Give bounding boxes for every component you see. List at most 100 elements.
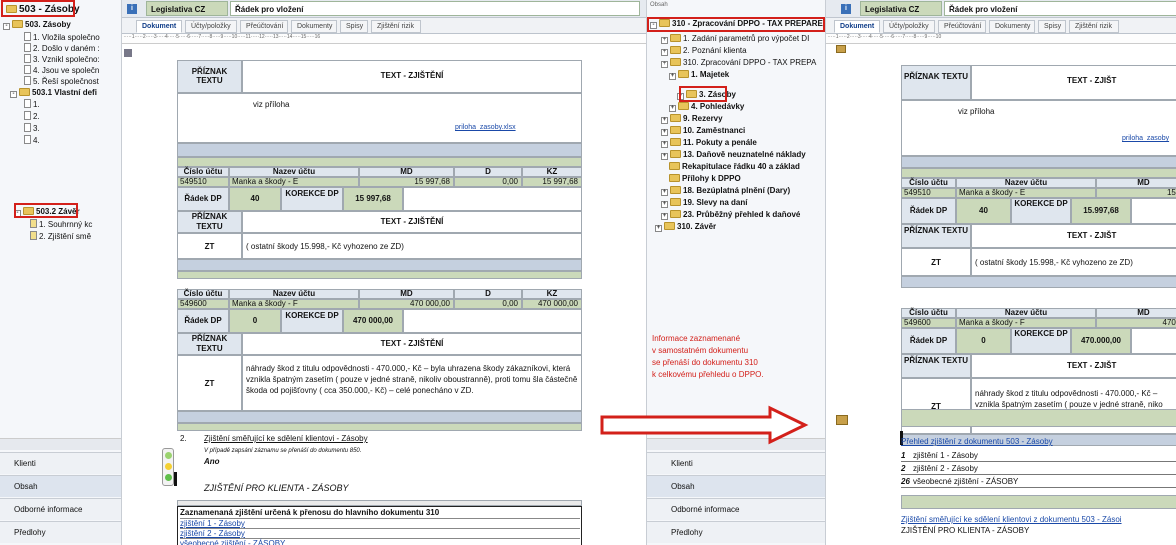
tab-4[interactable]: Dokumenty [291,20,337,33]
tree-node[interactable]: 3. [24,123,120,134]
tab-3[interactable]: Přeúčtování [938,20,986,33]
nav-odborné-informace[interactable]: Odborné informace [0,498,121,520]
account-cell[interactable]: 15 997,68 [522,177,582,187]
tab-5[interactable]: Spisy [1038,20,1066,33]
account-cell[interactable]: 549510 [901,188,956,198]
tree-node[interactable]: +9. Rezervy [661,113,823,124]
transfer-link[interactable]: zjištění 1 - Zásoby [180,518,580,528]
tree-node[interactable]: +10. Zaměstnanci [661,125,823,136]
tree-node[interactable]: +13. Daňově neuznatelné náklady [661,149,823,160]
zjisteni-text-cell[interactable]: viz příloha priloha_zasoby.xlsx [177,93,582,143]
account-cell[interactable]: Manka a škody - F [229,299,359,309]
expand-icon[interactable]: + [669,105,676,112]
korekce-value[interactable]: 470.000,00 [1071,328,1131,354]
tab-3[interactable]: Přeúčtování [240,20,288,33]
item2-title[interactable]: Zjištění směřující ke sdělení klientovi … [204,434,368,443]
account-cell[interactable]: 0,00 [454,299,522,309]
korekce-value[interactable]: 470 000,00 [343,309,403,333]
expand-icon[interactable]: + [661,141,668,148]
tree-node[interactable]: -503. Zásoby [3,19,120,30]
expand-icon[interactable]: + [661,49,668,56]
nav-odborné-informace[interactable]: Odborné informace [647,498,825,520]
account-cell[interactable]: 15.99 [1096,188,1176,198]
expand-icon[interactable]: + [669,73,676,80]
nav-obsah[interactable]: Obsah [0,475,121,497]
expand-icon[interactable]: + [661,201,668,208]
expand-icon[interactable]: - [10,91,17,98]
nav-předlohy[interactable]: Předlohy [0,521,121,543]
account-cell[interactable]: 549600 [901,318,956,328]
tree-node[interactable]: +4. Pohledávky [669,101,823,112]
expand-icon[interactable]: + [661,61,668,68]
tree-node[interactable]: 1. Vložila společno [24,32,120,43]
tree-node[interactable]: -503.1 Vlastní defi [10,87,120,98]
nav-klienti[interactable]: Klienti [0,452,121,474]
prehled-row[interactable]: 1 zjištění 1 - Zásoby [901,449,1176,462]
account-cell[interactable]: 470 000,00 [522,299,582,309]
tab-5[interactable]: Spisy [340,20,368,33]
info-icon[interactable]: i [127,4,137,14]
expand-icon[interactable]: + [661,37,668,44]
tab-6[interactable]: Zjištění rizik [1069,20,1119,33]
zk-link[interactable]: Zjištění směřující ke sdělení klientovi … [901,515,1122,524]
prehled-row[interactable]: 2 zjištění 2 - Zásoby [901,462,1176,475]
account-cell[interactable]: 549510 [177,177,229,187]
doc-icon[interactable] [836,45,846,53]
tree-node[interactable]: +1. Zadání parametrů pro výpočet DI [661,33,823,44]
legislativa-button[interactable]: Legislativa CZ [860,1,942,16]
nav-obsah[interactable]: Obsah [647,475,825,497]
prehled-link[interactable]: Přehled zjištění z dokumentu 503 - Zásob… [901,437,1053,446]
transfer-link[interactable]: všeobecné zjištění - ZÁSOBY [180,538,580,545]
account-cell[interactable]: Manka a škody - E [956,188,1096,198]
tree-node[interactable]: 1. [24,99,120,110]
tree-node[interactable]: 4. [24,135,120,146]
tree-node[interactable]: +310. Zpracování DPPO - TAX PREPA [661,57,823,68]
tab-4[interactable]: Dokumenty [989,20,1035,33]
tree-node[interactable]: +23. Průběžný přehled k daňové [661,209,823,220]
expand-icon[interactable]: + [661,189,668,196]
tree-node[interactable]: +310. Závěr [655,221,823,232]
radek-value[interactable]: 0 [229,309,281,333]
answer-value[interactable]: Ano [204,457,220,466]
doc-icon[interactable] [836,415,848,425]
zt-text[interactable]: ( ostatní škody 15.998,- Kč vyhozeno ze … [242,233,582,259]
account-cell[interactable]: 470.00 [1096,318,1176,328]
zt-text[interactable]: ( ostatní škody 15.998,- Kč vyhozeno ze … [971,248,1176,276]
account-cell[interactable]: 0,00 [454,177,522,187]
row-insert-field[interactable]: Řádek pro vložení [230,1,640,16]
legislativa-button[interactable]: Legislativa CZ [146,1,228,16]
expand-icon[interactable]: - [3,23,10,30]
tree-node[interactable]: 2. [24,111,120,122]
nav-klienti[interactable]: Klienti [647,452,825,474]
horizontal-scrollbar[interactable] [0,438,121,450]
account-cell[interactable]: Manka a škody - F [956,318,1096,328]
tree-node[interactable]: +19. Slevy na daní [661,197,823,208]
tree-node[interactable]: 5. Řeší společnost [24,76,120,87]
expand-icon[interactable]: + [655,225,662,232]
expand-icon[interactable]: + [661,129,668,136]
prehled-row[interactable]: 26 všeobecné zjištění - ZÁSOBY [901,475,1176,488]
korekce-value[interactable]: 15.997,68 [1071,198,1131,224]
expand-icon[interactable]: + [661,213,668,220]
traffic-light-icon[interactable] [162,448,174,486]
transfer-link[interactable]: zjištění 2 - Zásoby [180,528,580,538]
tree-node[interactable]: +1. Majetek [669,69,823,80]
radek-value[interactable]: 0 [956,328,1011,354]
account-cell[interactable]: 549600 [177,299,229,309]
zt-text[interactable]: náhrady škod z titulu odpovědnosti - 470… [242,355,582,411]
account-cell[interactable]: 15 997,68 [359,177,454,187]
korekce-value[interactable]: 15 997,68 [343,187,403,211]
account-cell[interactable]: Manka a škody - E [229,177,359,187]
radek-value[interactable]: 40 [956,198,1011,224]
tree-node[interactable]: 1. Souhrnný kc [30,219,120,230]
info-icon[interactable]: i [841,4,851,14]
tree-node[interactable]: 2. Zjištění smě [30,231,120,242]
tab-1[interactable]: Dokument [136,20,182,33]
expand-icon[interactable]: + [661,153,668,160]
tab-6[interactable]: Zjištění rizik [371,20,421,33]
radek-value[interactable]: 40 [229,187,281,211]
tree-node[interactable]: +18. Bezúplatná plnění (Dary) [661,185,823,196]
tree-node[interactable]: +2. Poznání klienta [661,45,823,56]
tab-2[interactable]: Účty/položky [185,20,237,33]
zjisteni-text-cell[interactable]: viz příloha priloha_zasoby [901,100,1176,156]
